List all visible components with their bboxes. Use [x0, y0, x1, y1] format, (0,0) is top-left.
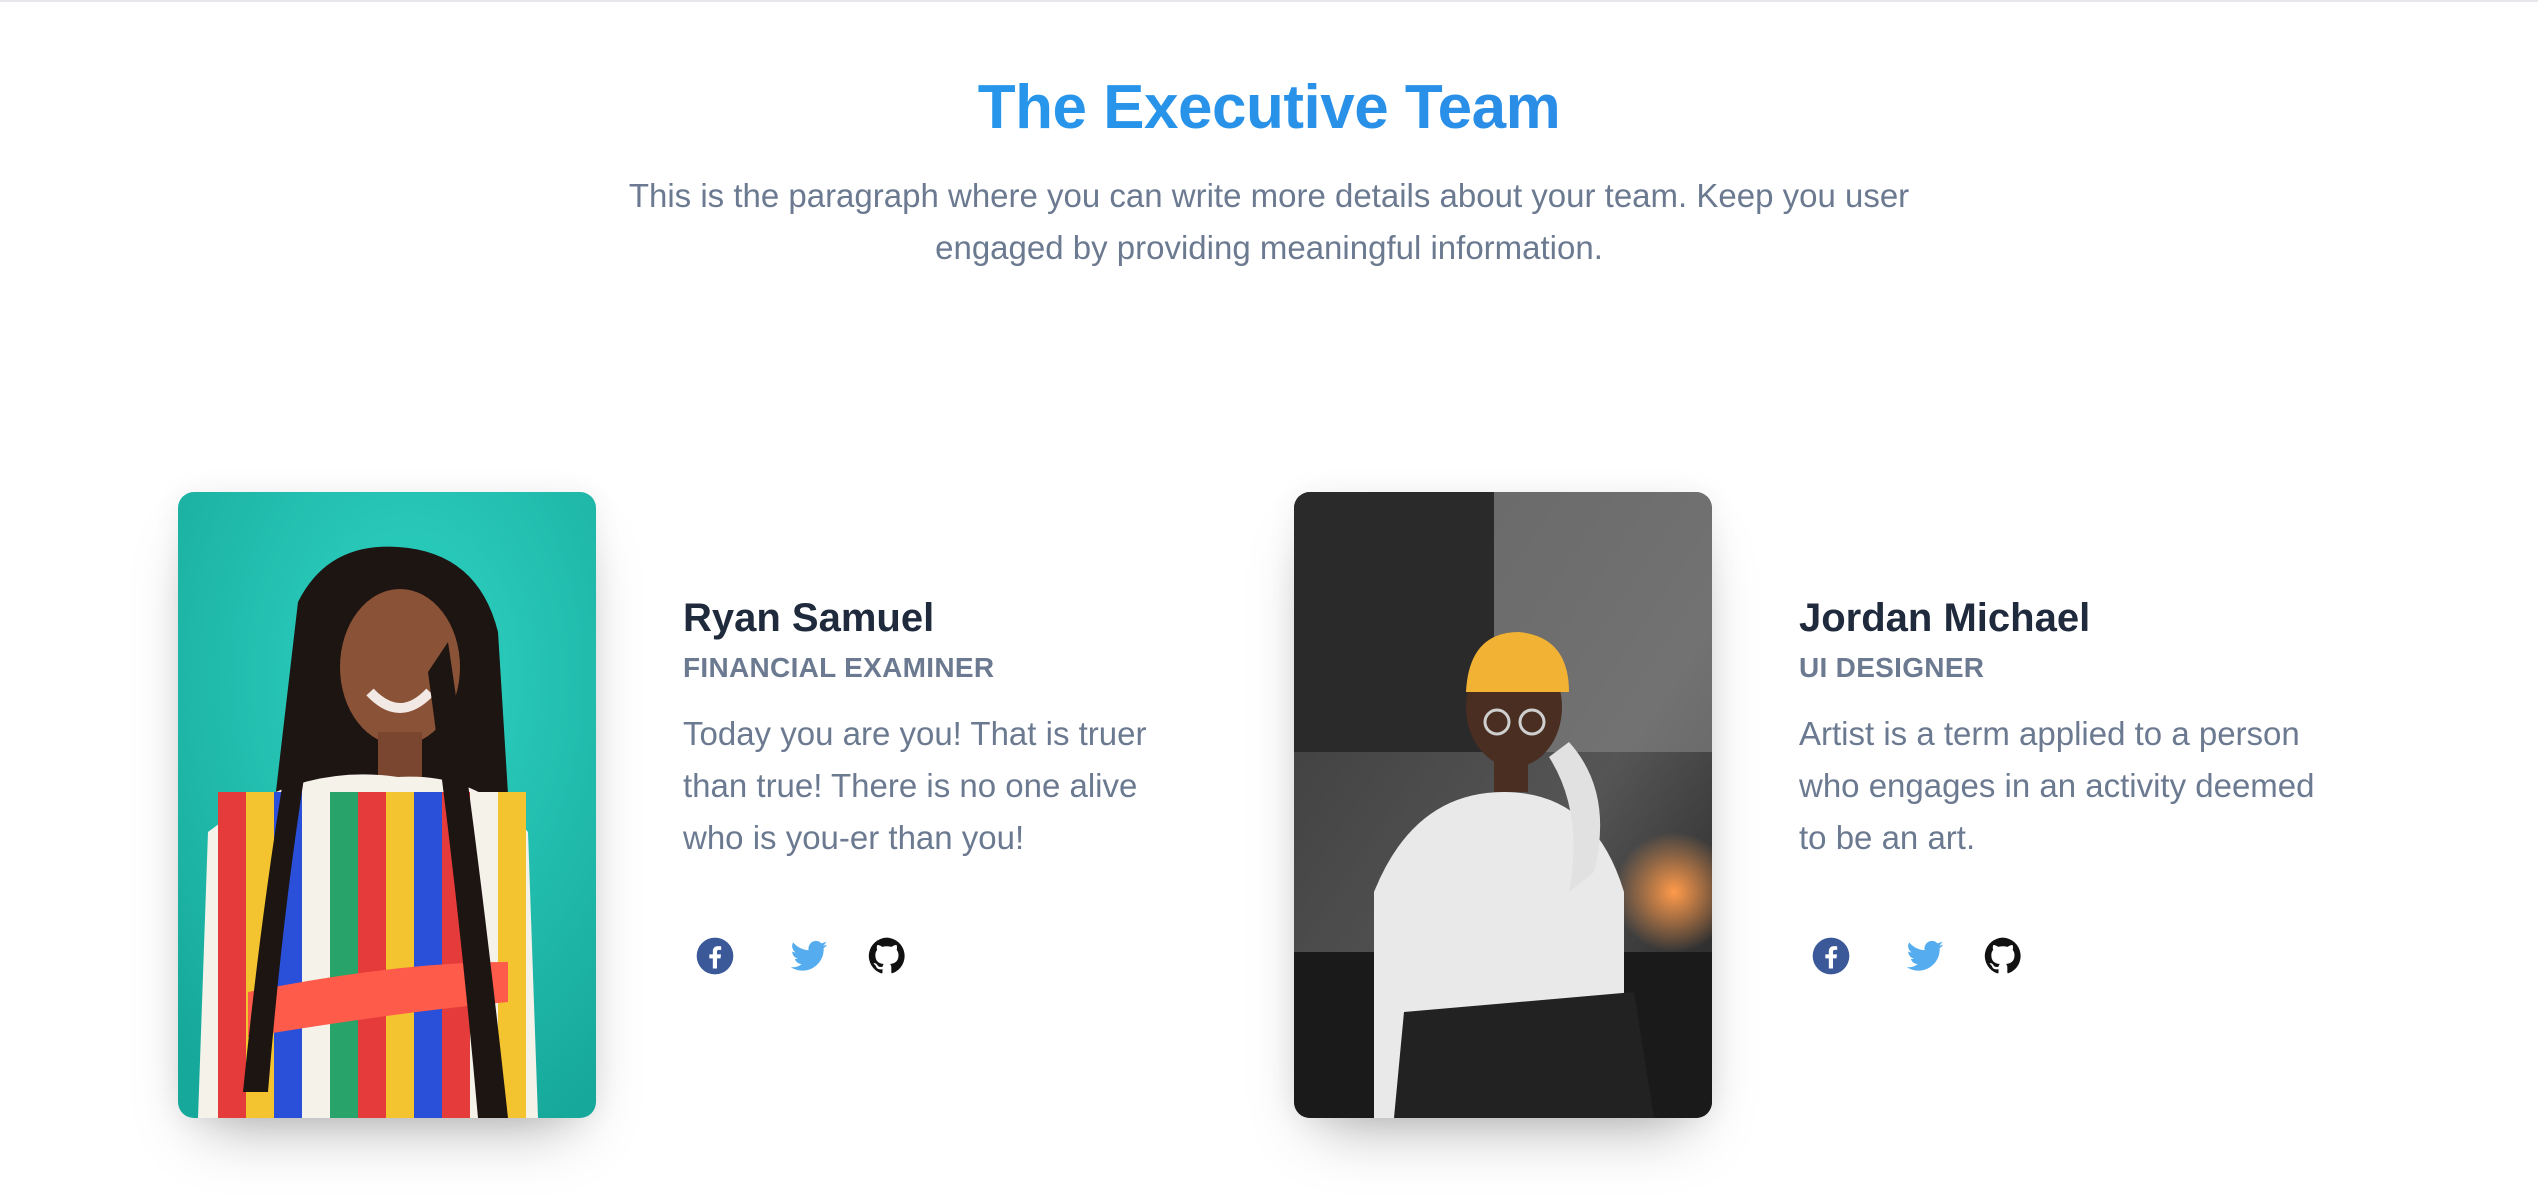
member-name: Ryan Samuel — [683, 596, 935, 640]
section-title: The Executive Team — [0, 60, 2538, 156]
social-links — [683, 934, 1243, 978]
member-photo — [178, 492, 596, 1118]
github-icon[interactable] — [865, 934, 909, 978]
portrait-photo-man — [1294, 492, 1712, 1118]
member-name: Jordan Michael — [1799, 596, 2091, 640]
github-icon[interactable] — [1981, 934, 2025, 978]
member-info: Ryan Samuel FINANCIAL EXAMINER Today you… — [683, 592, 1243, 978]
member-bio: Today you are you! That is truer than tr… — [683, 715, 1147, 856]
facebook-icon[interactable] — [693, 934, 737, 978]
twitter-icon[interactable] — [1903, 934, 1947, 978]
social-links — [1799, 934, 2359, 978]
member-role: UI DESIGNER — [1799, 652, 1985, 683]
member-bio: Artist is a term applied to a person who… — [1799, 715, 2315, 856]
twitter-icon[interactable] — [787, 934, 831, 978]
section-subtitle: This is the paragraph where you can writ… — [628, 177, 1910, 266]
member-photo — [1294, 492, 1712, 1118]
section-header: The Executive Team This is the paragraph… — [0, 60, 2538, 274]
member-info: Jordan Michael UI DESIGNER Artist is a t… — [1799, 592, 2359, 978]
member-role: FINANCIAL EXAMINER — [683, 652, 995, 683]
top-divider — [0, 0, 2538, 2]
facebook-icon[interactable] — [1809, 934, 1853, 978]
portrait-photo-woman — [178, 492, 596, 1118]
